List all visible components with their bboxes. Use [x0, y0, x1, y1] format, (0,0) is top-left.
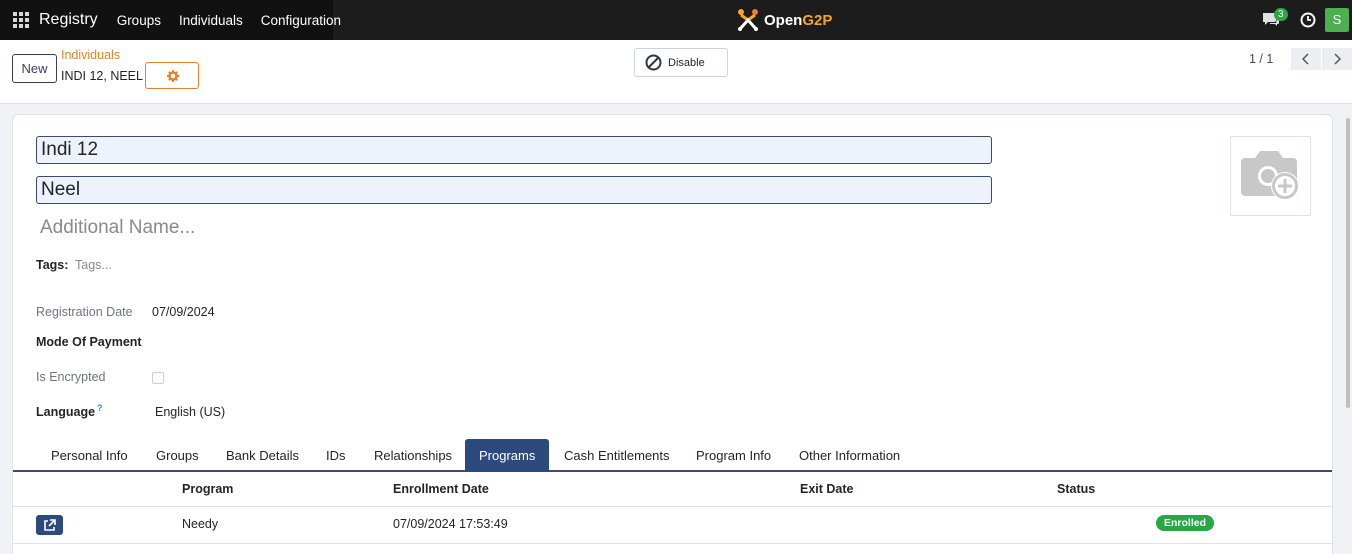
column-enrollment-date[interactable]: Enrollment Date [393, 482, 489, 496]
tab-bank-details[interactable]: Bank Details [212, 439, 313, 472]
breadcrumb-current: INDI 12, NEEL [61, 69, 143, 83]
breadcrumb-individuals[interactable]: Individuals [61, 48, 120, 62]
additional-name-input[interactable]: Additional Name... [40, 217, 195, 239]
navbar-menu: Registry Groups Individuals Configuratio… [0, 0, 341, 40]
tab-relationships[interactable]: Relationships [360, 439, 466, 472]
pager-previous-button[interactable] [1291, 48, 1321, 70]
column-exit-date[interactable]: Exit Date [800, 482, 854, 496]
open-record-button[interactable] [36, 515, 63, 535]
tab-programs[interactable]: Programs [465, 439, 550, 472]
mode-of-payment-label: Mode Of Payment [36, 335, 142, 349]
external-link-icon [44, 518, 56, 531]
is-encrypted-checkbox[interactable] [152, 372, 164, 384]
nav-configuration[interactable]: Configuration [261, 13, 341, 28]
tab-ids[interactable]: IDs [312, 439, 360, 472]
registration-date-value[interactable]: 07/09/2024 [152, 305, 215, 319]
top-navbar: Registry Groups Individuals Configuratio… [0, 0, 1352, 40]
tags-label: Tags: [36, 258, 69, 272]
openg2p-logo-icon [738, 9, 758, 31]
pager-next-button[interactable] [1322, 48, 1352, 70]
language-help-icon[interactable]: ? [97, 403, 103, 413]
programs-table-header: Program Enrollment Date Exit Date Status [13, 473, 1332, 507]
new-button[interactable]: New [12, 54, 57, 83]
family-name-input[interactable]: Indi 12 [36, 136, 992, 164]
chevron-left-icon [1302, 53, 1309, 65]
app-name[interactable]: Registry [39, 11, 98, 29]
photo-upload[interactable] [1230, 136, 1311, 216]
row-enrollment-date: 07/09/2024 17:53:49 [393, 517, 508, 531]
page-scrollbar[interactable] [1346, 118, 1350, 408]
given-name-input[interactable]: Neel [36, 176, 992, 204]
registration-date-label: Registration Date [36, 305, 133, 319]
nav-individuals[interactable]: Individuals [179, 13, 243, 28]
form-sheet: Indi 12 Neel Additional Name... Tags: Ta… [12, 114, 1333, 554]
tab-other-information[interactable]: Other Information [785, 439, 914, 472]
clock-icon[interactable] [1300, 12, 1316, 28]
chat-count-badge: 3 [1274, 8, 1288, 21]
column-program[interactable]: Program [182, 482, 233, 496]
user-avatar[interactable]: S [1325, 8, 1349, 32]
chevron-right-icon [1334, 53, 1341, 65]
ban-icon [645, 54, 662, 71]
tags-input[interactable]: Tags... [75, 258, 112, 272]
row-program: Needy [182, 517, 219, 531]
status-badge: Enrolled [1156, 515, 1215, 531]
language-value[interactable]: English (US) [155, 405, 225, 419]
notebook-tabs: Personal Info Groups Bank Details IDs Re… [13, 439, 1332, 472]
gear-icon [167, 70, 179, 82]
apps-grid-icon[interactable] [13, 12, 29, 28]
pager-value[interactable]: 1 / 1 [1249, 52, 1273, 66]
pager-buttons [1291, 48, 1352, 70]
tab-groups[interactable]: Groups [142, 439, 213, 472]
tab-personal-info[interactable]: Personal Info [37, 439, 142, 472]
openg2p-logo: OpenG2P [736, 8, 832, 32]
disable-button[interactable]: Disable [634, 48, 728, 77]
logo-text: OpenG2P [764, 11, 833, 29]
nav-groups[interactable]: Groups [117, 13, 161, 28]
is-encrypted-label: Is Encrypted [36, 370, 106, 384]
language-label: Language? [36, 403, 103, 420]
control-panel: New Individuals INDI 12, NEEL Disable 1 … [0, 40, 1352, 104]
camera-add-icon [1240, 151, 1299, 200]
tab-program-info[interactable]: Program Info [682, 439, 785, 472]
disable-label: Disable [668, 56, 705, 69]
actions-gear-button[interactable] [145, 62, 199, 89]
column-status[interactable]: Status [1057, 482, 1095, 496]
tab-cash-entitlements[interactable]: Cash Entitlements [550, 439, 684, 472]
table-row[interactable]: Needy 07/09/2024 17:53:49 Enrolled [13, 507, 1332, 544]
